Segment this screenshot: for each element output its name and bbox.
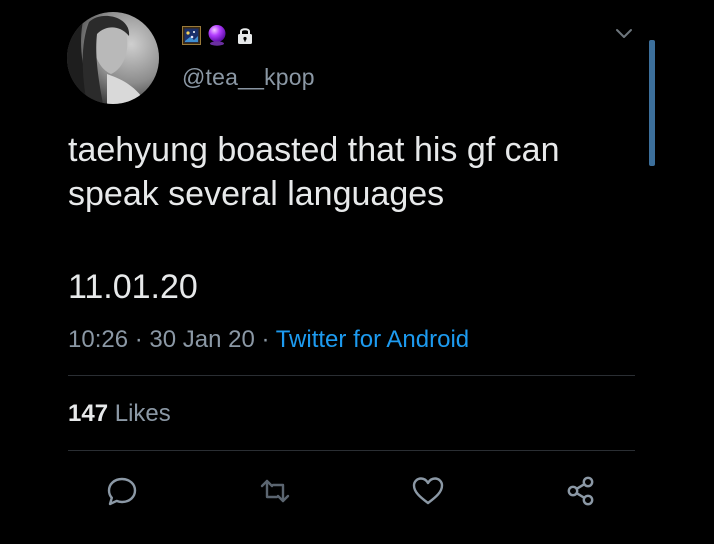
user-handle[interactable]: @tea__kpop (182, 64, 315, 91)
tweet-metadata: 10:26 · 30 Jan 20 · Twitter for Android (68, 326, 469, 354)
likes-label: Likes (114, 400, 171, 427)
reply-icon[interactable] (104, 473, 140, 509)
tweet-time: 10:26 (68, 326, 129, 353)
lock-icon (238, 27, 252, 44)
divider (68, 375, 635, 376)
retweet-icon[interactable] (257, 473, 293, 509)
framed-picture-icon (182, 25, 201, 45)
tweet-date-line: 11.01.20 (68, 268, 198, 306)
scrollbar[interactable] (649, 40, 655, 166)
meta-separator: · (128, 326, 150, 353)
divider (68, 450, 635, 451)
meta-separator: · (254, 326, 276, 353)
tweet-detail-screen: @tea__kpop taehyung boasted that his gf … (0, 0, 714, 544)
heart-icon[interactable] (410, 473, 446, 509)
likes-count: 147 (68, 400, 109, 427)
share-icon[interactable] (563, 473, 599, 509)
tweet-source-link[interactable]: Twitter for Android (276, 326, 469, 353)
display-name-row[interactable] (182, 24, 254, 46)
crystal-ball-icon (208, 25, 226, 46)
tweet-text: taehyung boasted that his gf can speak s… (68, 131, 569, 213)
likes-stat[interactable]: 147 Likes (68, 400, 171, 428)
chevron-down-icon[interactable] (613, 24, 635, 44)
avatar[interactable] (67, 12, 159, 104)
tweet-date: 30 Jan 20 (149, 326, 255, 353)
